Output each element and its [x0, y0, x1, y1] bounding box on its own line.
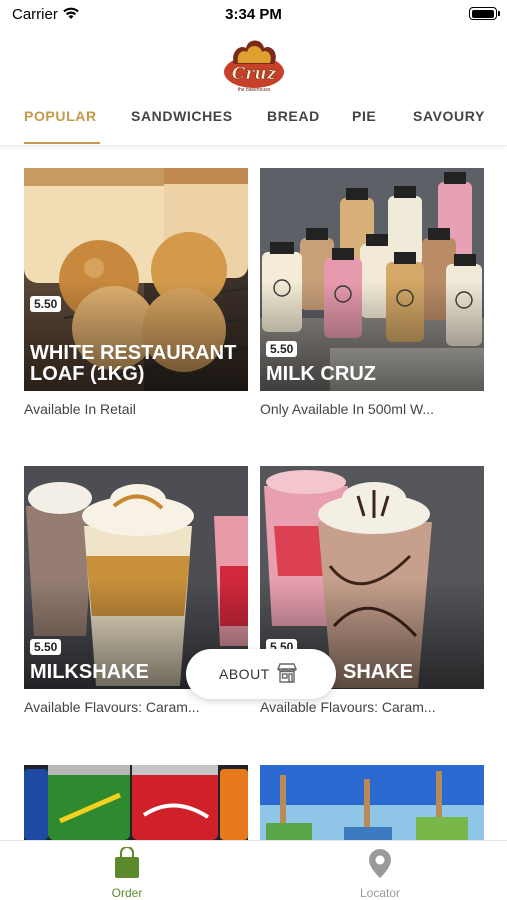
- nav-locator[interactable]: Locator: [330, 847, 430, 900]
- product-title: White Restaurant Loaf (1Kg): [30, 342, 237, 385]
- product-image: [24, 765, 248, 840]
- logo-wordmark: Cruz: [232, 64, 277, 84]
- battery-icon: [469, 7, 500, 20]
- about-button[interactable]: ABOUT: [186, 649, 336, 699]
- nav-order-label: Order: [111, 886, 143, 900]
- product-image: [260, 765, 484, 840]
- tab-sandwiches[interactable]: SANDWICHES: [131, 108, 233, 124]
- category-tabs: POPULAR SANDWICHES BREAD PIE SAVOURY: [0, 100, 507, 146]
- product-image: 5.50 White Restaurant Loaf (1Kg): [24, 168, 248, 391]
- location-pin-icon: [365, 849, 395, 883]
- active-tab-indicator: [24, 142, 100, 144]
- product-description: Available In Retail: [24, 401, 136, 417]
- product-title: Milk Cruz: [266, 363, 376, 385]
- product-image: 5.50 Milk Cruz: [260, 168, 484, 391]
- tab-savoury[interactable]: SAVOURY: [413, 108, 485, 124]
- tab-bread[interactable]: BREAD: [267, 108, 320, 124]
- about-label: ABOUT: [219, 666, 270, 682]
- price-badge: 5.50: [30, 639, 62, 655]
- product-card[interactable]: 5.50 White Restaurant Loaf (1Kg) Availab…: [24, 168, 248, 417]
- product-description: Available Flavours: Caram...: [24, 699, 200, 715]
- product-description: Available Flavours: Caram...: [260, 699, 436, 715]
- product-card[interactable]: [24, 765, 248, 840]
- tab-pie[interactable]: PIE: [352, 108, 376, 124]
- price-badge: 5.50: [266, 341, 298, 357]
- product-card[interactable]: [260, 765, 484, 840]
- store-icon: [276, 662, 298, 689]
- tab-popular[interactable]: POPULAR: [24, 108, 97, 124]
- status-bar: Carrier 3:34 PM: [0, 0, 507, 30]
- clock: 3:34 PM: [225, 6, 282, 23]
- price-badge: 5.50: [30, 296, 62, 312]
- nav-order[interactable]: Order: [77, 846, 177, 900]
- product-description: Only Available In 500ml W...: [260, 401, 435, 417]
- logo-subtext: the bakehouse: [238, 87, 271, 93]
- product-title: Shake: [343, 661, 414, 683]
- nav-locator-label: Locator: [359, 886, 401, 900]
- brand-logo: Cruz the bakehouse: [220, 34, 288, 96]
- shopping-bag-icon: [112, 846, 142, 883]
- product-card[interactable]: 5.50 Milk Cruz Only Available In 500ml W…: [260, 168, 484, 417]
- bottom-nav: Order Locator: [0, 840, 507, 900]
